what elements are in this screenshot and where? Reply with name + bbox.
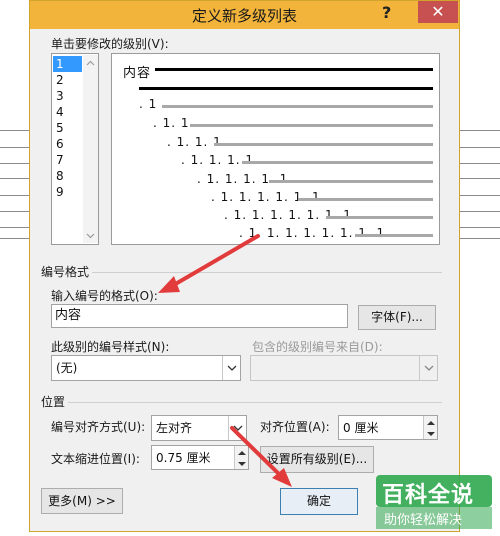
number-format-section-label: 编号格式 xyxy=(41,265,90,279)
section-divider xyxy=(68,402,442,403)
number-format-input[interactable]: 内容 xyxy=(51,304,348,328)
chevron-down-icon xyxy=(233,425,243,431)
preview-line-2: . 1. 1 xyxy=(153,116,190,130)
number-style-label: 此级别的编号样式(N): xyxy=(51,340,170,354)
align-at-spinner[interactable]: 0 厘米 xyxy=(338,415,438,440)
multilevel-list-dialog: 定义新多级列表 ? ✕ 单击要修改的级别(V): 1 2 3 4 5 6 7 8… xyxy=(29,0,460,532)
spinner-down-icon[interactable] xyxy=(425,430,437,438)
preview-bar xyxy=(214,143,433,146)
more-button[interactable]: 更多(M) >> xyxy=(41,488,123,514)
document-line xyxy=(460,147,500,148)
number-style-select[interactable]: (无) xyxy=(51,355,241,381)
preview-bar xyxy=(190,124,433,127)
close-button[interactable]: ✕ xyxy=(418,1,458,23)
align-at-label: 对齐位置(A): xyxy=(260,420,330,434)
document-line xyxy=(0,147,29,148)
level-item[interactable]: 7 xyxy=(53,152,82,168)
level-item[interactable]: 4 xyxy=(53,104,82,120)
document-line xyxy=(460,211,500,212)
level-item[interactable]: 3 xyxy=(53,88,82,104)
watermark-logo: 百科全说 xyxy=(382,483,475,508)
preview-line-8: . 1. 1. 1. 1. 1. 1. 1. 1 xyxy=(239,226,386,240)
level-scrollbar[interactable] xyxy=(83,55,98,243)
ok-button[interactable]: 确定 xyxy=(280,488,358,515)
levels-label: 单击要修改的级别(V): xyxy=(51,37,169,51)
level-item[interactable]: 8 xyxy=(53,168,82,184)
number-style-value: (无) xyxy=(56,361,78,375)
section-divider xyxy=(92,272,442,273)
preview-line-4: . 1. 1. 1. 1 xyxy=(181,153,255,167)
dropdown-button[interactable] xyxy=(419,356,437,380)
preview-line-5: . 1. 1. 1. 1. 1 xyxy=(197,172,289,186)
preview-line-7: . 1. 1. 1. 1. 1. 1. 1 xyxy=(224,208,352,222)
preview-bar xyxy=(269,180,433,183)
preview-line-1: . 1 xyxy=(139,97,158,111)
preview-line-3: . 1. 1. 1 xyxy=(167,135,222,149)
chevron-down-icon xyxy=(424,365,434,371)
dropdown-button[interactable] xyxy=(222,356,240,380)
document-line xyxy=(460,195,500,196)
font-button[interactable]: 字体(F)... xyxy=(358,305,436,330)
spinner-buttons[interactable] xyxy=(423,416,437,439)
indent-spinner[interactable]: 0.75 厘米 xyxy=(151,445,249,470)
align-at-value: 0 厘米 xyxy=(343,421,379,435)
preview-bar xyxy=(155,68,433,71)
preview-bar xyxy=(242,161,433,164)
level-list[interactable]: 1 2 3 4 5 6 7 8 9 xyxy=(51,53,99,245)
include-level-label: 包含的级别编号来自(D): xyxy=(252,340,383,354)
preview-bar xyxy=(355,234,433,237)
spinner-up-icon[interactable] xyxy=(236,449,248,457)
document-line xyxy=(460,238,500,239)
spinner-up-icon[interactable] xyxy=(425,419,437,427)
document-line xyxy=(460,178,500,179)
preview-bar xyxy=(298,198,433,201)
align-select[interactable]: 左对齐 xyxy=(151,415,247,441)
format-input-label: 输入编号的格式(O): xyxy=(51,289,158,303)
include-level-select[interactable] xyxy=(250,355,438,381)
watermark: 百科全说 助你轻松解决 xyxy=(376,475,496,532)
document-line xyxy=(0,238,29,239)
indent-value: 0.75 厘米 xyxy=(156,451,211,465)
preview-heading: 内容 xyxy=(123,66,152,81)
level-item[interactable]: 5 xyxy=(53,120,82,136)
spinner-buttons[interactable] xyxy=(234,446,248,469)
document-line xyxy=(0,227,29,228)
document-line xyxy=(0,178,29,179)
position-section-label: 位置 xyxy=(41,395,66,409)
document-line xyxy=(0,163,29,164)
chevron-down-icon xyxy=(227,365,237,371)
document-line xyxy=(460,163,500,164)
spinner-down-icon[interactable] xyxy=(236,460,248,468)
preview-bar xyxy=(162,105,433,108)
preview-line-6: . 1. 1. 1. 1. 1. 1 xyxy=(211,190,321,204)
align-value: 左对齐 xyxy=(156,421,193,435)
indent-label: 文本缩进位置(I): xyxy=(51,452,140,466)
dialog-title: 定义新多级列表 xyxy=(191,7,297,25)
level-item[interactable]: 1 xyxy=(53,56,82,72)
list-preview: 内容 . 1 . 1. 1 . 1. 1. 1 . 1. 1. 1. 1 . 1… xyxy=(111,53,440,245)
document-line xyxy=(0,130,29,131)
chevron-down-icon[interactable] xyxy=(83,231,98,241)
dropdown-button[interactable] xyxy=(228,416,246,440)
preview-bar xyxy=(326,216,433,219)
document-line xyxy=(460,130,500,131)
chevron-up-icon[interactable] xyxy=(83,58,98,68)
help-button[interactable]: ? xyxy=(382,3,391,22)
title-bar: 定义新多级列表 ? ✕ xyxy=(30,1,459,29)
set-all-levels-button[interactable]: 设置所有级别(E)... xyxy=(260,446,374,473)
preview-bar xyxy=(139,87,433,90)
align-label: 编号对齐方式(U): xyxy=(51,420,146,434)
document-line xyxy=(0,195,29,196)
level-item[interactable]: 2 xyxy=(53,72,82,88)
document-line xyxy=(460,227,500,228)
document-line xyxy=(0,211,29,212)
level-item[interactable]: 9 xyxy=(53,184,82,200)
watermark-tagline: 助你轻松解决 xyxy=(384,513,463,528)
level-item[interactable]: 6 xyxy=(53,136,82,152)
